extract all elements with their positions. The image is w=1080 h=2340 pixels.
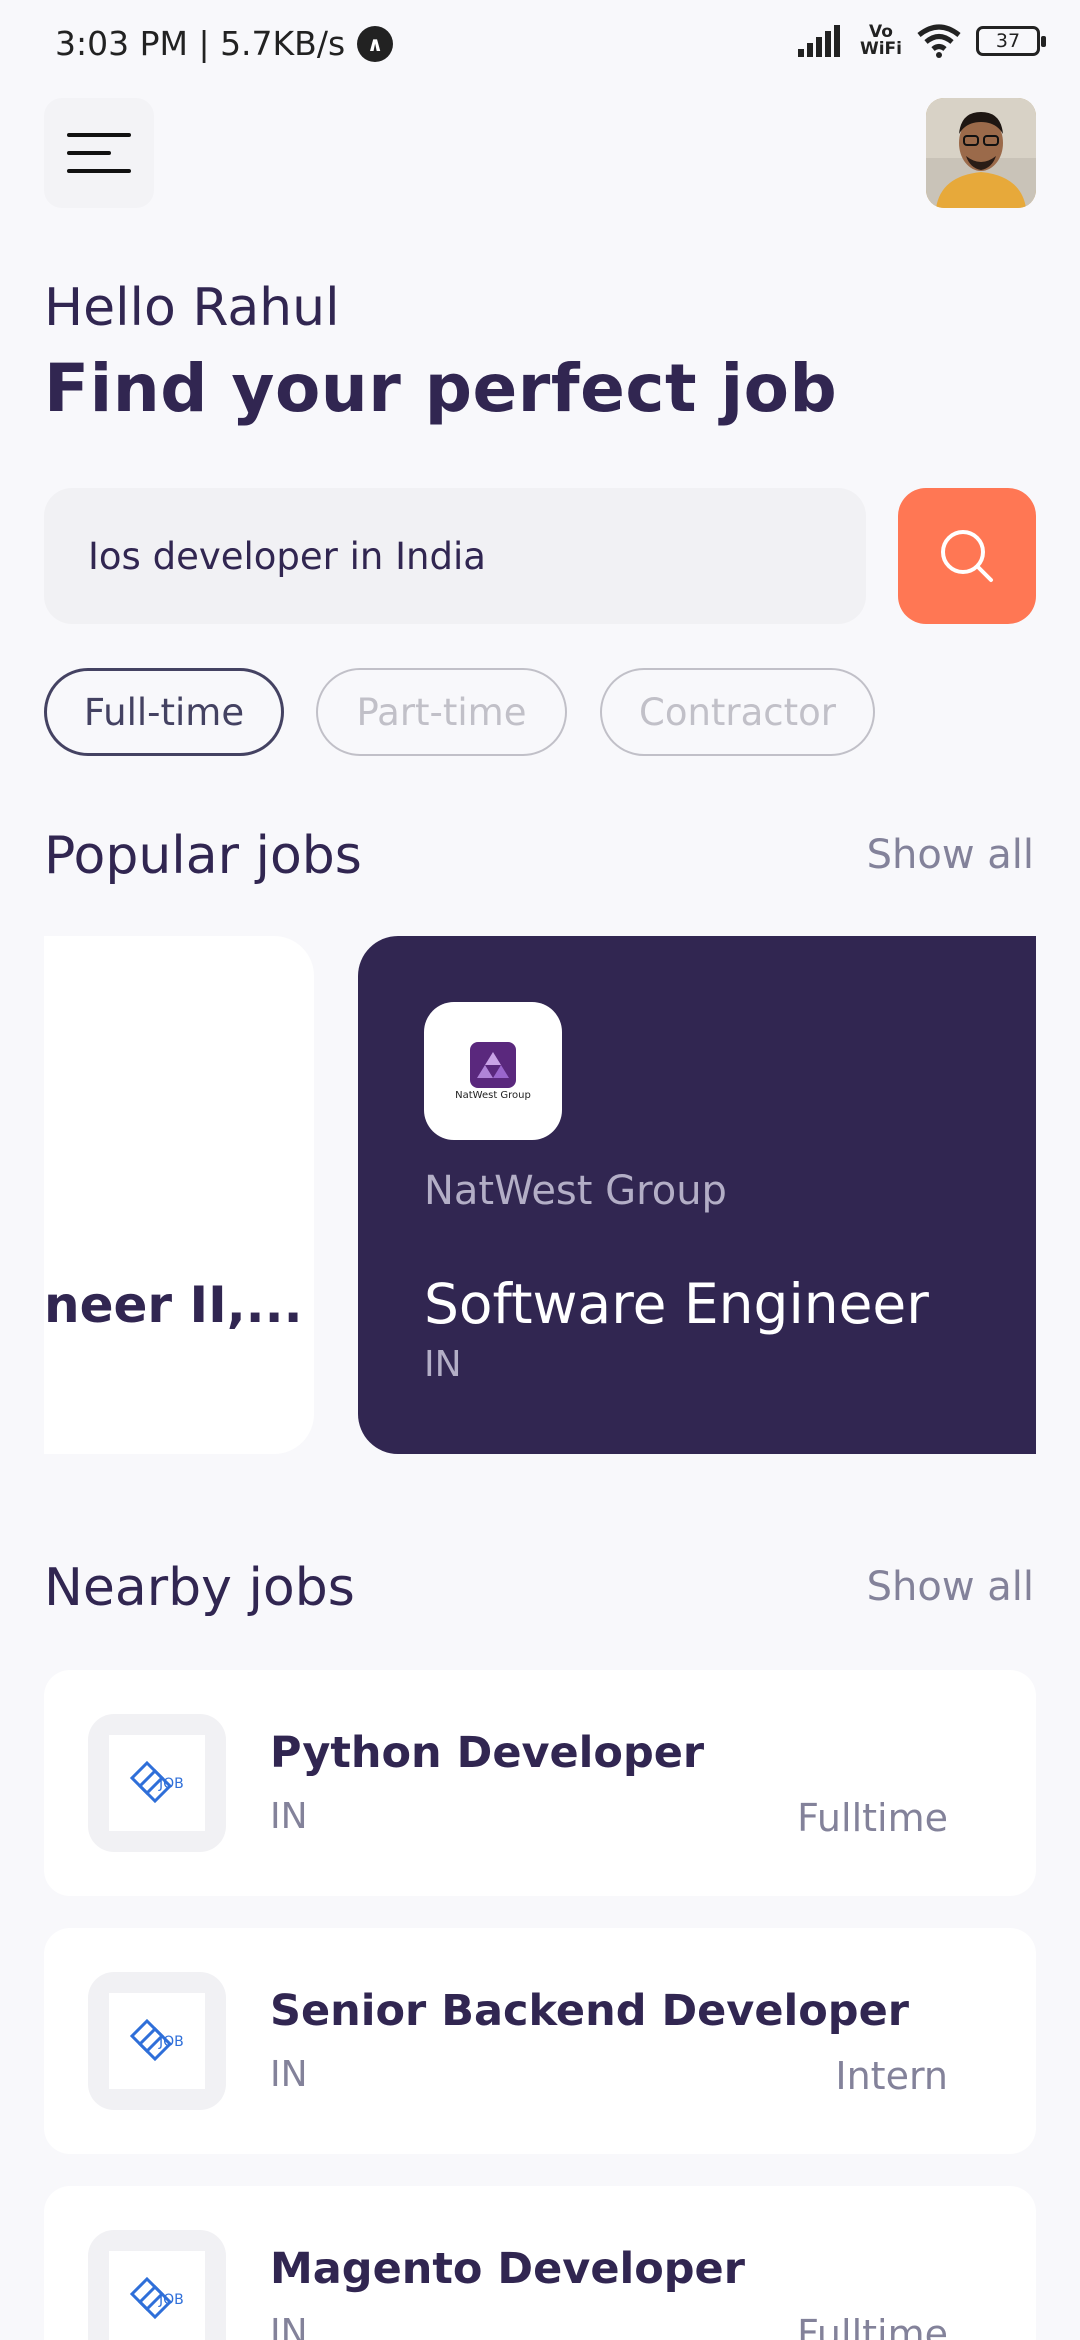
job-logo-icon: JOB bbox=[109, 2251, 205, 2340]
chip-part-time[interactable]: Part-time bbox=[316, 668, 567, 756]
popular-job-card-title: neer II,... bbox=[44, 1276, 303, 1334]
job-logo: JOB bbox=[88, 2230, 226, 2340]
chip-contractor[interactable]: Contractor bbox=[600, 668, 875, 756]
nearby-job-card[interactable]: JOB Senior Backend Developer IN Intern bbox=[44, 1928, 1036, 2154]
avatar[interactable] bbox=[926, 98, 1036, 208]
wifi-icon bbox=[917, 24, 961, 58]
job-type: Fulltime bbox=[797, 2312, 948, 2340]
popular-job-card-natwest[interactable]: NatWest Group NatWest Group Software Eng… bbox=[358, 936, 1036, 1454]
search-box[interactable] bbox=[44, 488, 866, 624]
battery-icon: 37 bbox=[976, 26, 1046, 56]
job-title: Magento Developer bbox=[270, 2244, 745, 2294]
greeting: Hello Rahul bbox=[44, 278, 340, 338]
status-bar: 3:03 PM | 5.7KB/s ∧ Vo WiFi 37 bbox=[0, 0, 1080, 96]
avatar-image bbox=[926, 98, 1036, 208]
page-title: Find your perfect job bbox=[44, 350, 838, 427]
vpn-icon: ∧ bbox=[357, 25, 394, 62]
status-left: 3:03 PM | 5.7KB/s ∧ bbox=[55, 24, 394, 63]
natwest-logo-icon bbox=[470, 1041, 516, 1088]
chip-label: Full-time bbox=[83, 690, 245, 734]
job-title: Python Developer bbox=[270, 1728, 705, 1778]
job-type: Intern bbox=[835, 2054, 948, 2098]
company-logo: NatWest Group bbox=[424, 1002, 562, 1140]
popular-job-card[interactable] bbox=[44, 936, 314, 1454]
popular-jobs-title: Popular jobs bbox=[44, 826, 362, 886]
job-type: Fulltime bbox=[797, 1796, 948, 1840]
company-logo-text: NatWest Group bbox=[455, 1089, 531, 1101]
vowifi-bottom: WiFi bbox=[859, 39, 902, 59]
nearby-show-all[interactable]: Show all bbox=[867, 1564, 1034, 1610]
search-icon bbox=[941, 530, 993, 582]
nearby-job-card[interactable]: JOB Magento Developer IN Fulltime bbox=[44, 2186, 1036, 2340]
job-country: IN bbox=[424, 1344, 462, 1385]
job-country: IN bbox=[270, 2312, 308, 2340]
nearby-jobs-title: Nearby jobs bbox=[44, 1558, 355, 1618]
job-country: IN bbox=[270, 2054, 308, 2095]
status-time: 3:03 PM | 5.7KB/s bbox=[55, 24, 346, 63]
chip-label: Part-time bbox=[356, 690, 527, 734]
status-right: Vo WiFi 37 bbox=[797, 24, 1046, 58]
chip-label: Contractor bbox=[638, 690, 836, 734]
chip-full-time[interactable]: Full-time bbox=[44, 668, 284, 756]
search-button[interactable] bbox=[898, 488, 1036, 624]
nearby-job-card[interactable]: JOB Python Developer IN Fulltime bbox=[44, 1670, 1036, 1896]
menu-icon bbox=[67, 133, 131, 173]
job-logo: JOB bbox=[88, 1714, 226, 1852]
job-title: Software Engineer bbox=[424, 1272, 929, 1336]
popular-show-all[interactable]: Show all bbox=[867, 832, 1034, 878]
vowifi-icon: Vo WiFi bbox=[860, 24, 902, 58]
job-country: IN bbox=[270, 1796, 308, 1837]
svg-text:JOB: JOB bbox=[158, 1776, 184, 1792]
menu-button[interactable] bbox=[44, 98, 154, 208]
job-logo-icon: JOB bbox=[109, 1993, 205, 2089]
search-input[interactable] bbox=[88, 534, 828, 578]
svg-text:JOB: JOB bbox=[158, 2034, 184, 2050]
job-logo-icon: JOB bbox=[109, 1735, 205, 1831]
job-title: Senior Backend Developer bbox=[270, 1986, 909, 2036]
company-name: NatWest Group bbox=[424, 1168, 727, 1214]
battery-level: 37 bbox=[995, 30, 1021, 52]
signal-icon bbox=[797, 25, 840, 57]
job-logo: JOB bbox=[88, 1972, 226, 2110]
svg-text:JOB: JOB bbox=[158, 2292, 184, 2308]
